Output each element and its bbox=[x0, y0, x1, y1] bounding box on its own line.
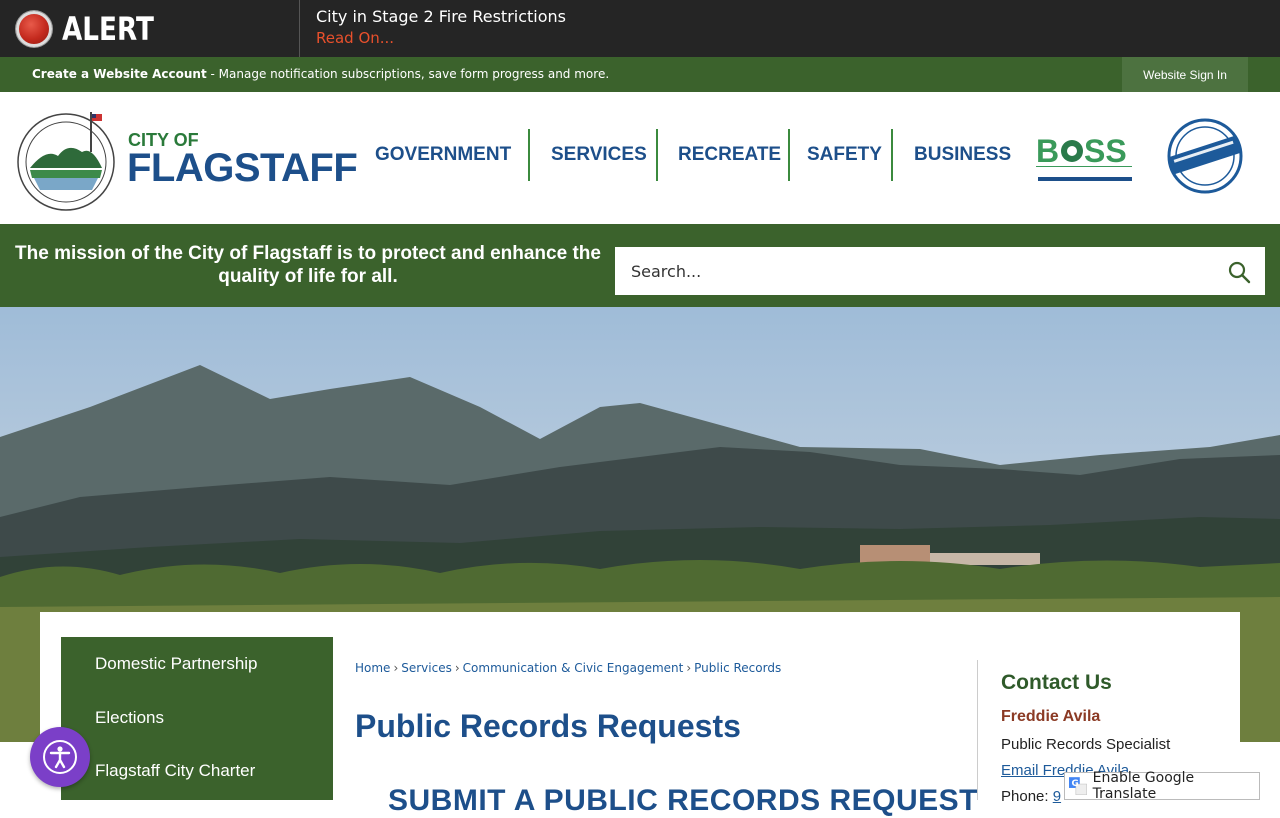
account-bar: Create a Website Account - Manage notifi… bbox=[0, 57, 1280, 92]
alert-read-on-link[interactable]: Read On... bbox=[316, 27, 566, 49]
nav-business[interactable]: BUSINESS bbox=[914, 129, 1011, 181]
search-box bbox=[615, 247, 1265, 295]
contact-name: Freddie Avila bbox=[1001, 708, 1101, 725]
account-description: - Manage notification subscriptions, sav… bbox=[206, 67, 610, 81]
contact-phone-label: Phone: bbox=[1001, 788, 1053, 805]
sidenav-item-domestic-partnership[interactable]: Domestic Partnership bbox=[95, 654, 258, 674]
search-input[interactable] bbox=[615, 248, 1215, 294]
account-message: Create a Website Account - Manage notifi… bbox=[32, 67, 609, 81]
search-icon[interactable] bbox=[1227, 260, 1251, 284]
contact-us-heading: Contact Us bbox=[1001, 671, 1112, 694]
breadcrumb-communication[interactable]: Communication & Civic Engagement bbox=[463, 661, 684, 675]
mission-search-bar: The mission of the City of Flagstaff is … bbox=[0, 224, 1280, 307]
contact-phone-link[interactable]: 9 bbox=[1053, 788, 1061, 805]
breadcrumb-services[interactable]: Services bbox=[401, 661, 452, 675]
site-header: CITY OF FLAGSTAFF GOVERNMENT SERVICES RE… bbox=[0, 92, 1280, 224]
alert-label: ALERT bbox=[62, 9, 154, 48]
nav-divider bbox=[656, 129, 658, 181]
alert-title[interactable]: City in Stage 2 Fire Restrictions bbox=[316, 7, 566, 27]
website-sign-in-button[interactable]: Website Sign In bbox=[1122, 57, 1248, 92]
breadcrumb-separator: › bbox=[454, 661, 460, 675]
nav-safety[interactable]: SAFETY bbox=[807, 129, 882, 181]
contact-phone: Phone: 9 bbox=[1001, 788, 1061, 805]
boss-business-one-stop-shop-logo-icon[interactable]: B SS bbox=[1036, 132, 1134, 184]
submit-request-heading[interactable]: SUBMIT A PUBLIC RECORDS REQUEST bbox=[388, 784, 978, 818]
flagstaff-wordmark[interactable]: FLAGSTAFF bbox=[127, 146, 358, 191]
accessibility-person-icon bbox=[43, 740, 77, 774]
breadcrumb-home[interactable]: Home bbox=[355, 661, 390, 675]
svg-text:G: G bbox=[1071, 779, 1078, 789]
nav-divider bbox=[788, 129, 790, 181]
apply-now-careers-badge-icon[interactable] bbox=[1164, 118, 1246, 194]
create-account-link[interactable]: Create a Website Account bbox=[32, 67, 207, 81]
nav-recreate[interactable]: RECREATE bbox=[678, 129, 781, 181]
sidenav-item-elections[interactable]: Elections bbox=[95, 708, 164, 728]
nav-government[interactable]: GOVERNMENT bbox=[375, 129, 511, 181]
alert-badge: ALERT bbox=[0, 0, 300, 57]
alert-icon bbox=[16, 10, 52, 47]
content-divider bbox=[977, 660, 978, 800]
sidenav-item-flagstaff-city-charter[interactable]: Flagstaff City Charter bbox=[95, 761, 255, 781]
nav-services[interactable]: SERVICES bbox=[551, 129, 647, 181]
mission-statement: The mission of the City of Flagstaff is … bbox=[15, 243, 601, 287]
city-seal-logo-icon[interactable] bbox=[16, 112, 116, 212]
translate-label: Enable Google Translate bbox=[1092, 770, 1195, 802]
svg-text:SS: SS bbox=[1084, 133, 1127, 169]
breadcrumb-separator: › bbox=[686, 661, 692, 675]
accessibility-button[interactable] bbox=[30, 727, 90, 787]
alert-bar: ALERT City in Stage 2 Fire Restrictions … bbox=[0, 0, 1280, 57]
breadcrumb-separator: › bbox=[393, 661, 399, 675]
side-navigation: Domestic Partnership Elections Flagstaff… bbox=[61, 637, 333, 800]
nav-divider bbox=[891, 129, 893, 181]
nav-divider bbox=[528, 129, 530, 181]
google-translate-icon: G bbox=[1069, 777, 1087, 795]
breadcrumb: Home › Services › Communication & Civic Enga… bbox=[355, 661, 781, 675]
svg-text:B: B bbox=[1036, 133, 1059, 169]
contact-role: Public Records Specialist bbox=[1001, 736, 1171, 753]
enable-google-translate-button[interactable]: G Enable Google Translate bbox=[1064, 770, 1260, 802]
page-title: Public Records Requests bbox=[355, 708, 741, 744]
breadcrumb-public-records[interactable]: Public Records bbox=[694, 661, 781, 675]
